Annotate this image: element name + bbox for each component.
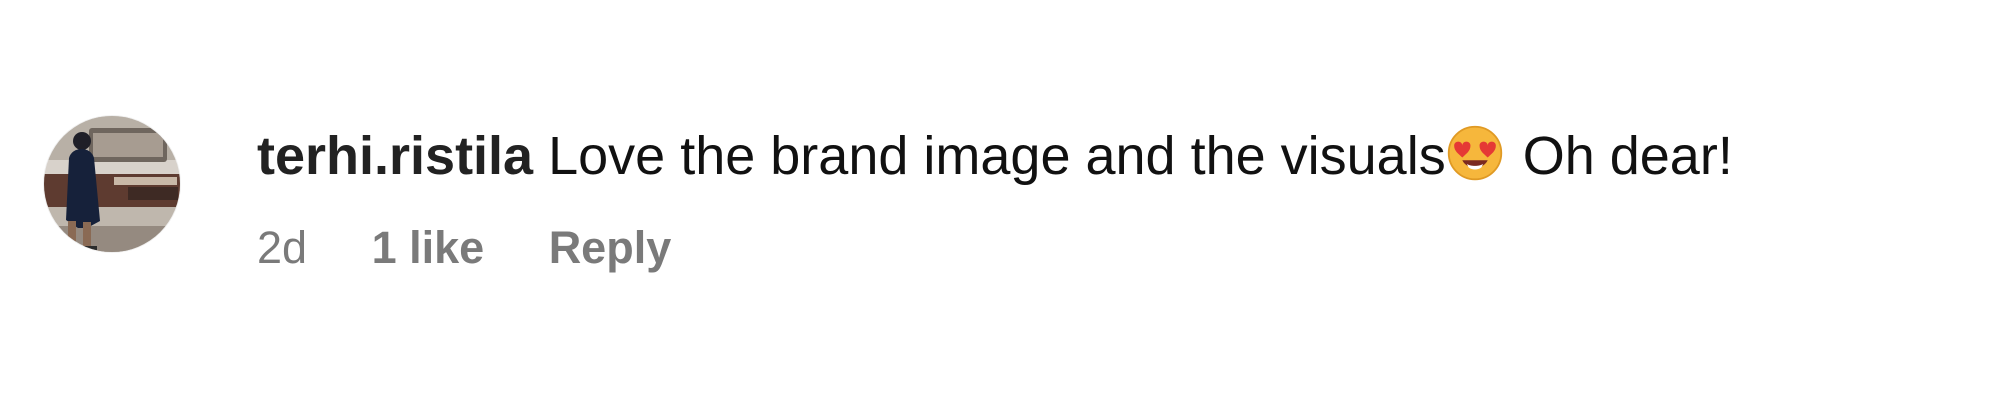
comment-time[interactable]: 2d <box>257 224 307 272</box>
comment-meta-row: 2d 1 like Reply <box>257 224 1937 272</box>
comment-text-before-emoji: Love the brand image and the visuals <box>548 126 1446 186</box>
comment-body: terhi.ristila Love the brand image and t… <box>257 124 1937 272</box>
avatar[interactable] <box>44 116 180 252</box>
comment-text-row: terhi.ristila Love the brand image and t… <box>257 124 1937 188</box>
comment-text-after-emoji: Oh dear! <box>1507 126 1733 186</box>
comment-item: terhi.ristila Love the brand image and t… <box>44 116 1944 296</box>
smiling-face-with-heart-eyes-icon <box>1447 125 1502 181</box>
username-link[interactable]: terhi.ristila <box>257 126 533 186</box>
comment-likes[interactable]: 1 like <box>372 224 485 272</box>
user-avatar-photo-icon <box>44 116 180 252</box>
reply-button[interactable]: Reply <box>549 224 672 272</box>
